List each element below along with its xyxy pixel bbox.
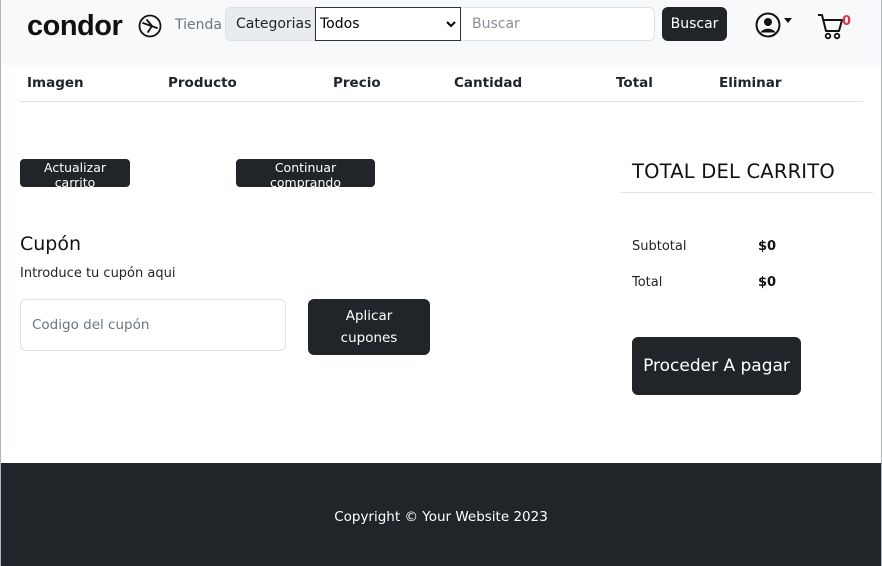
subtotal-label: Subtotal (632, 239, 687, 254)
search-group: Categorias Todos (225, 7, 655, 41)
cart-table-header: Imagen Producto Precio Cantidad Total El… (20, 66, 863, 102)
brand-logo[interactable]: condor (27, 10, 123, 43)
categories-selected-value: Todos (320, 16, 360, 32)
total-label: Total (632, 275, 663, 290)
coupon-title: Cupón (20, 233, 82, 255)
categories-select[interactable]: Todos (315, 7, 461, 41)
user-menu-toggle[interactable] (755, 11, 795, 39)
update-cart-button[interactable]: Actualizar carrito (20, 159, 130, 190)
nav-link-tienda[interactable]: Tienda (175, 17, 222, 33)
cart-totals-title: TOTAL DEL CARRITO (632, 160, 835, 183)
footer-copyright: Copyright © Your Website 2023 (334, 509, 548, 525)
column-header-precio: Precio (333, 75, 381, 91)
user-circle-icon (755, 12, 781, 38)
checkout-button[interactable]: Proceder A pagar (632, 337, 801, 395)
search-input[interactable] (461, 7, 655, 41)
total-value: $0 (758, 275, 777, 290)
cart-count-badge: 0 (842, 14, 852, 29)
chevron-down-icon (446, 21, 456, 28)
plane-logo-icon (138, 14, 162, 38)
coupon-code-input[interactable] (20, 299, 286, 351)
continue-shopping-button[interactable]: Continuar comprando (236, 159, 375, 190)
apply-coupon-button[interactable]: Aplicar cupones (308, 299, 430, 355)
categories-label: Categorias (225, 7, 315, 41)
subtotal-value: $0 (758, 239, 777, 254)
navbar: condor Tienda Categorias Todos Buscar 0 (1, 0, 881, 65)
search-button[interactable]: Buscar (662, 7, 727, 41)
column-header-total: Total (616, 75, 653, 91)
column-header-producto: Producto (168, 75, 237, 91)
column-header-eliminar: Eliminar (719, 75, 782, 91)
caret-down-icon (784, 18, 792, 23)
coupon-description: Introduce tu cupón aqui (20, 266, 176, 281)
column-header-cantidad: Cantidad (454, 75, 523, 91)
column-header-imagen: Imagen (27, 75, 84, 91)
totals-divider (621, 192, 873, 193)
footer: Copyright © Your Website 2023 (1, 463, 881, 566)
